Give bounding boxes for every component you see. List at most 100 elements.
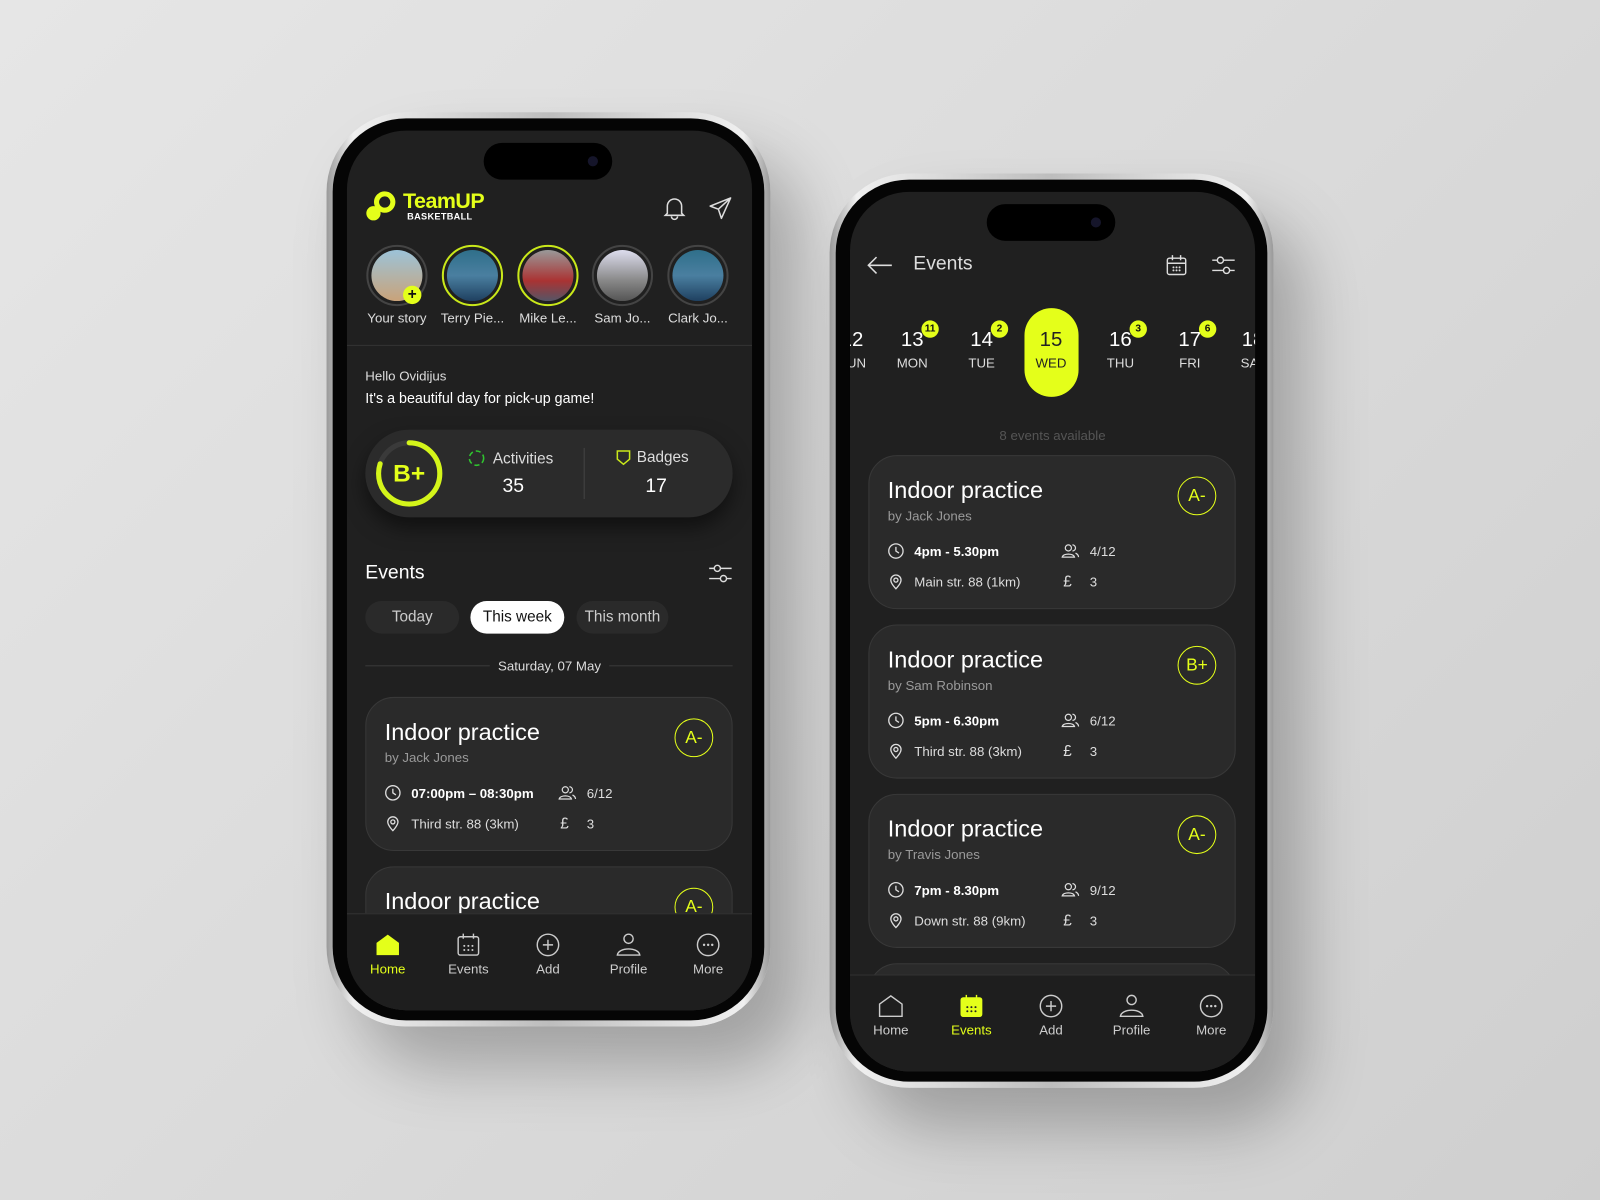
calendar-icon <box>433 933 504 957</box>
nav-label: Profile <box>1112 1022 1151 1038</box>
event-location: Main str. 88 (1km) <box>914 573 1021 590</box>
day-18[interactable]: 18 SAT <box>1228 329 1255 371</box>
day-14[interactable]: 14 TUE 2 <box>956 320 1009 371</box>
event-count-badge: 11 <box>921 320 939 338</box>
story-avatar[interactable] <box>517 244 579 307</box>
nav-events[interactable]: Events <box>433 933 504 977</box>
nav-home[interactable]: Home <box>352 933 423 977</box>
people-icon <box>1061 543 1080 559</box>
nav-label: Add <box>1039 1022 1063 1038</box>
day-16[interactable]: 16 THU 3 <box>1095 320 1147 370</box>
event-price: 3 <box>1089 743 1098 759</box>
event-title: Indoor practice <box>384 887 540 915</box>
calendar-icon[interactable] <box>1165 254 1187 276</box>
nav-events[interactable]: Events <box>936 994 1007 1038</box>
nav-profile[interactable]: Profile <box>593 933 664 977</box>
nav-profile[interactable]: Profile <box>1096 994 1167 1038</box>
grade-badge: A- <box>674 718 714 758</box>
story-item[interactable]: Clark Jo... <box>662 244 733 326</box>
location-pin-icon <box>888 743 904 760</box>
event-card[interactable]: Indoor practice A-by Jack Jones 07:00pm – … <box>365 696 733 852</box>
nav-label: Events <box>448 961 489 977</box>
story-avatar[interactable] <box>591 244 654 307</box>
chip-this-month[interactable]: This month <box>576 601 669 634</box>
event-card[interactable]: Indoor practice B+ by Sam Robinson 5pm - 6.… <box>868 624 1236 779</box>
day-15[interactable]: 15 WED <box>1026 329 1077 371</box>
page-title: Events <box>913 253 973 275</box>
send-icon[interactable] <box>708 196 732 220</box>
clock-icon <box>888 881 904 898</box>
home-icon <box>855 994 926 1018</box>
logo-subtitle: BASKETBALL <box>407 211 473 222</box>
chip-today[interactable]: Today <box>365 601 460 634</box>
people-icon <box>1061 882 1080 898</box>
story-item[interactable]: Sam Jo... <box>587 244 658 326</box>
pound-icon: £ <box>1063 742 1072 761</box>
event-count-badge: 3 <box>1129 320 1147 338</box>
bell-icon[interactable] <box>663 196 686 221</box>
event-time: 7pm - 8.30pm <box>914 882 1000 898</box>
players-count: 6/12 <box>586 785 613 801</box>
location-row: Third str. 88 (3km) <box>888 743 1022 760</box>
nav-label: Home <box>873 1022 909 1038</box>
plus-circle-icon <box>1015 994 1086 1018</box>
back-arrow-icon[interactable] <box>866 255 893 275</box>
activities-count: 35 <box>502 475 525 497</box>
events-screen: Events 12SUN 13MON11 14TUE2 15WED 16THU3 17FR… <box>849 191 1256 1072</box>
event-organizer: by Sam Robinson <box>887 677 993 693</box>
event-location: Third str. 88 (3km) <box>914 743 1022 759</box>
story-item[interactable]: + Your story <box>361 244 432 326</box>
tagline: It's a beautiful day for pick-up game! <box>365 389 595 407</box>
location-pin-icon <box>888 573 904 590</box>
story-item[interactable]: Mike Le... <box>512 244 583 326</box>
event-price: 3 <box>1089 573 1098 590</box>
logo-title: TeamUP <box>403 189 485 214</box>
events-count: 8 events available <box>999 427 1106 443</box>
day-13[interactable]: 13 MON 11 <box>887 320 939 370</box>
event-card[interactable]: Indoor practice A-by Travis Jones 7pm - 8.… <box>868 793 1236 948</box>
nav-label: More <box>693 961 724 977</box>
bottom-nav: Home Events Add Profile More <box>849 974 1256 1072</box>
date-header-wrap: Saturday, 07 May <box>347 657 752 675</box>
story-avatar[interactable] <box>441 244 504 307</box>
story-item[interactable]: Terry Pie... <box>437 244 508 326</box>
time-row: 7pm - 8.30pm <box>888 881 1000 898</box>
filter-icon[interactable] <box>708 562 732 584</box>
grade-badge: B+ <box>1177 645 1217 685</box>
day-12[interactable]: 12 SUN <box>850 329 878 371</box>
event-organizer: by Travis Jones <box>887 846 980 863</box>
event-card[interactable]: Indoor practice A-by Jack Jones 4pm - 5.30… <box>868 455 1236 610</box>
event-title: Indoor practice <box>384 718 540 745</box>
activity-ring-icon <box>468 450 485 467</box>
chip-this-week[interactable]: This week <box>470 601 565 634</box>
story-avatar[interactable] <box>667 244 729 307</box>
players-count: 6/12 <box>1089 712 1116 729</box>
phone-events: Events 12SUN 13MON11 14TUE2 15WED 16THU3 17FR… <box>829 173 1274 1088</box>
nav-add[interactable]: Add <box>512 933 583 977</box>
day-17[interactable]: 17 FRI 6 <box>1164 320 1217 371</box>
date-header: Saturday, 07 May <box>489 658 610 674</box>
location-row: Third str. 88 (3km) <box>385 815 519 832</box>
pound-icon: £ <box>560 815 569 833</box>
add-story-icon[interactable]: + <box>403 285 422 305</box>
day-name: FRI <box>1179 355 1201 371</box>
story-label: Terry Pie... <box>440 310 505 326</box>
nav-home[interactable]: Home <box>855 994 926 1038</box>
avatar-photo <box>522 249 574 302</box>
person-icon <box>1096 994 1167 1018</box>
players-count: 4/12 <box>1089 543 1116 559</box>
pound-icon: £ <box>1063 912 1072 930</box>
nav-more[interactable]: More <box>1176 994 1247 1038</box>
more-icon <box>1176 994 1247 1018</box>
event-location: Down str. 88 (9km) <box>914 912 1026 929</box>
home-screen: TeamUP BASKETBALL + Your story Terry Pie..… <box>346 130 753 1011</box>
filter-icon[interactable] <box>1211 254 1235 276</box>
nav-add[interactable]: Add <box>1015 994 1086 1038</box>
nav-more[interactable]: More <box>672 933 743 977</box>
grade-badge: A- <box>1177 815 1217 855</box>
event-location: Third str. 88 (3km) <box>411 815 519 832</box>
event-time: 07:00pm – 08:30pm <box>411 785 534 801</box>
home-icon <box>352 933 423 957</box>
event-time: 5pm - 6.30pm <box>914 712 1000 729</box>
day-name: TUE <box>968 355 995 371</box>
